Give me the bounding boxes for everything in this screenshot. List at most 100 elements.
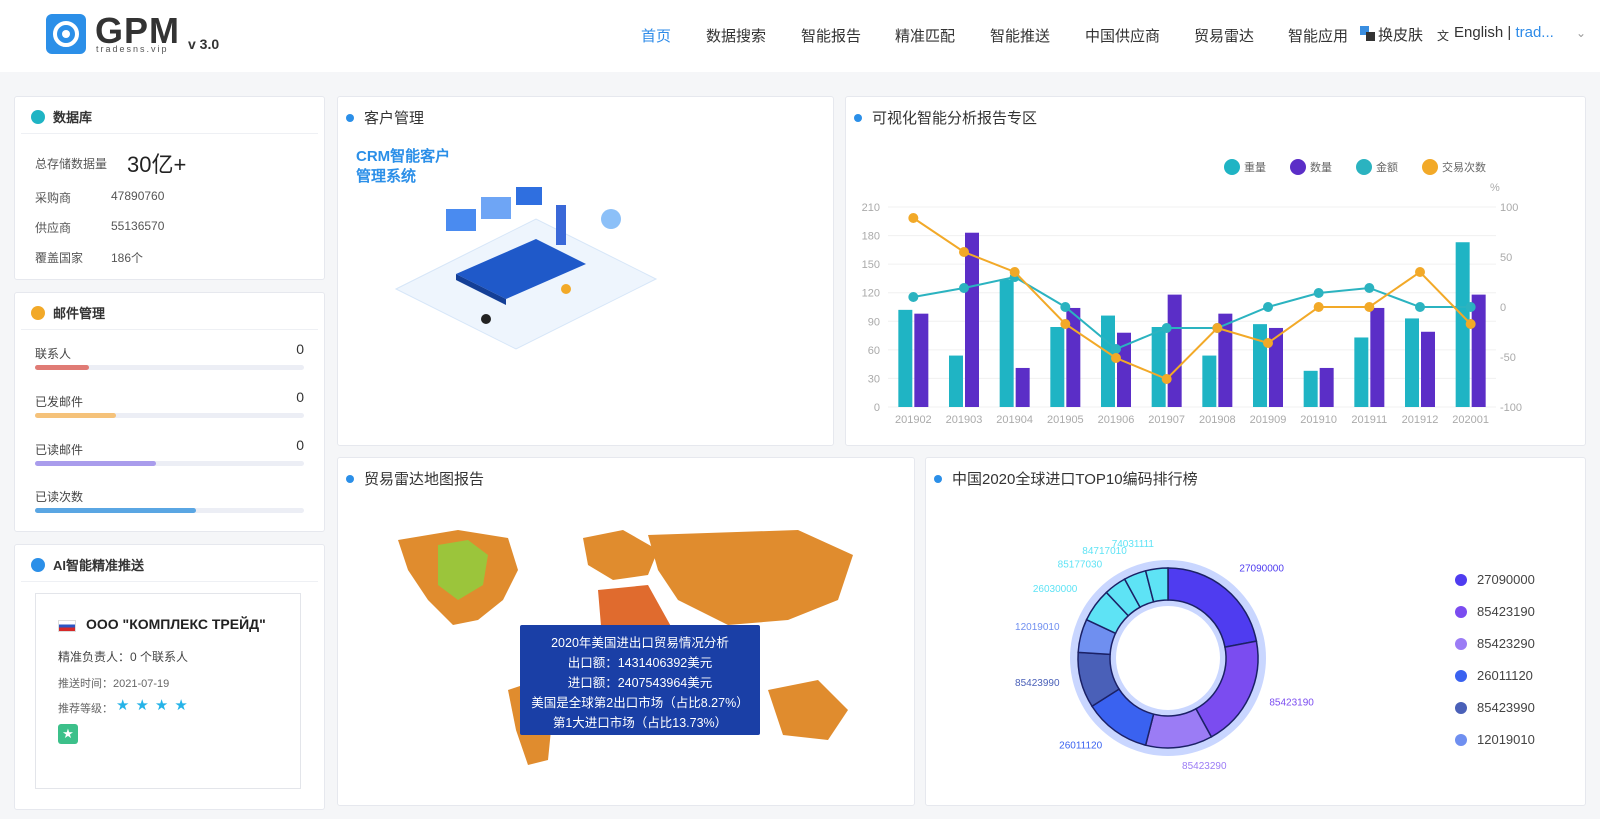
progress-bar [35,508,304,513]
series-line [912,217,1472,381]
series-line [913,275,1471,351]
level-label: 推荐等级： [58,703,113,715]
donut-label: 85423990 [1015,678,1060,689]
donut-label: 26011120 [1059,741,1102,752]
skin-button[interactable]: 换皮肤 [1378,24,1423,45]
y-tick-label: 210 [862,202,880,214]
y2-tick-label: -50 [1500,352,1516,364]
suppliers-value: 55136570 [111,219,165,233]
map-tooltip: 2020年美国进出口贸易情况分析 出口额：1431406392美元 进口额：24… [520,625,760,735]
x-tick-label: 201911 [1351,414,1387,426]
x-tick-label: 201905 [1047,414,1084,426]
mail-row-contacts[interactable]: 联系人 0 [35,341,304,375]
progress-fill [35,461,157,466]
push-item[interactable]: ООО "КОМПЛЕКС ТРЕЙД" 精准负责人：0 个联系人 推送时间：2… [35,593,301,789]
data-point [908,292,919,302]
y-tick-label: 0 [874,402,880,414]
x-tick-label: 201904 [996,414,1033,426]
y2-tick-label: 100 [1500,202,1518,214]
company-name[interactable]: ООО "КОМПЛЕКС ТРЕЙД" [86,616,266,632]
x-tick-label: 201907 [1148,414,1185,426]
legend-dot [1422,159,1438,175]
total-storage-label: 总存储数据量 [35,157,108,171]
language-label[interactable]: English [1454,24,1503,41]
user-name[interactable]: trad... [1515,24,1553,41]
database-card: 数据库 总存储数据量 30亿+ 采购商 47890760 供应商 5513657… [14,96,325,280]
y-tick-label: 30 [868,373,880,385]
legend-dot [1356,159,1372,175]
donut-label: 74031111 [1112,539,1155,550]
x-tick-label: 201908 [1199,414,1236,426]
language-switcher[interactable]: English | trad... [1454,24,1554,41]
progress-bar [35,413,304,418]
countries-value: 186个 [111,251,144,265]
data-point [1009,267,1020,277]
y-tick-label: 150 [862,259,880,271]
mail-card: 邮件管理 联系人 0 已发邮件 0 已读邮件 0 已读次数 [14,292,325,532]
donut-label: 12019010 [1015,622,1060,633]
gpm-logo-icon[interactable] [46,14,86,54]
favorite-star-icon[interactable]: ★ [58,724,78,744]
progress-fill [35,365,89,370]
nav-smart-report[interactable]: 智能报告 [801,25,861,46]
legend-dot [1455,669,1467,682]
translate-icon[interactable]: 文 [1437,27,1449,44]
suppliers-label: 供应商 [35,221,72,235]
location-icon [31,557,45,572]
y2-tick-label: 50 [1500,252,1512,264]
legend-item[interactable]: 26011120 [1455,668,1533,683]
y-tick-label: 90 [868,316,880,328]
push-time: 推送时间：2021-07-19 [58,678,170,690]
mail-icon [31,305,45,320]
donut-label: 85177030 [1058,559,1103,570]
legend-item[interactable]: 27090000 [1455,572,1535,587]
data-point [1111,344,1121,354]
separator: | [1507,24,1512,41]
legend-dot [1290,159,1306,175]
bar [1253,324,1267,407]
nav-smart-apps[interactable]: 智能应用 [1288,25,1348,46]
legend-dot [1224,159,1240,175]
nav-trade-radar[interactable]: 贸易雷达 [1194,25,1254,46]
progress-bar [35,461,304,466]
owner-text: 精准负责人：0 个联系人 [58,650,189,664]
nav-china-suppliers[interactable]: 中国供应商 [1085,25,1160,46]
mail-row-read[interactable]: 已读邮件 0 [35,437,304,471]
bar [898,309,913,407]
legend-item[interactable]: 12019010 [1455,732,1535,747]
data-point [1415,302,1425,312]
database-icon [31,109,45,124]
nav-home[interactable]: 首页 [641,25,671,46]
bar [1370,307,1385,407]
buyers-label: 采购商 [35,191,72,205]
countries-label: 覆盖国家 [35,251,84,265]
legend-item[interactable]: 85423990 [1455,700,1535,715]
data-point [1111,353,1121,363]
data-point [959,247,969,257]
database-title: 数据库 [31,107,92,126]
chevron-down-icon[interactable]: ⌄ [1576,26,1586,40]
data-point [959,283,969,293]
legend-dot [1455,701,1467,714]
nav-data-search[interactable]: 数据搜索 [706,25,766,46]
bar-line-chart[interactable]: 0 30 60 90 120 150 180 210 -100 -50 0 50 100% 201902 2… [846,137,1586,442]
logo-subtitle: tradesns.vip [96,44,169,54]
x-tick-label: 201909 [1250,414,1287,426]
bar [1167,294,1182,407]
bar [999,279,1014,407]
donut-chart[interactable]: 27090000 85423190 85423290 26011120 85423990… [996,538,1316,778]
mail-row-sent[interactable]: 已发邮件 0 [35,389,304,423]
donut-hole [1116,606,1220,710]
bar [1015,367,1030,407]
legend-label: 重量 [1244,160,1266,174]
legend-item[interactable]: 85423190 [1455,604,1535,619]
y-tick-label: 180 [862,231,880,243]
y2-tick-label: 0 [1500,302,1506,314]
mail-row-read-count[interactable]: 已读次数 [35,488,304,518]
nav-precise-match[interactable]: 精准匹配 [895,25,955,46]
legend-item[interactable]: 85423290 [1455,636,1535,651]
map-title: 贸易雷达地图报告 [346,468,484,489]
ranking-card: 中国2020全球进口TOP10编码排行榜 27090000 85423190 854… [925,457,1586,806]
nav-smart-push[interactable]: 智能推送 [990,25,1050,46]
bar [1151,327,1166,407]
